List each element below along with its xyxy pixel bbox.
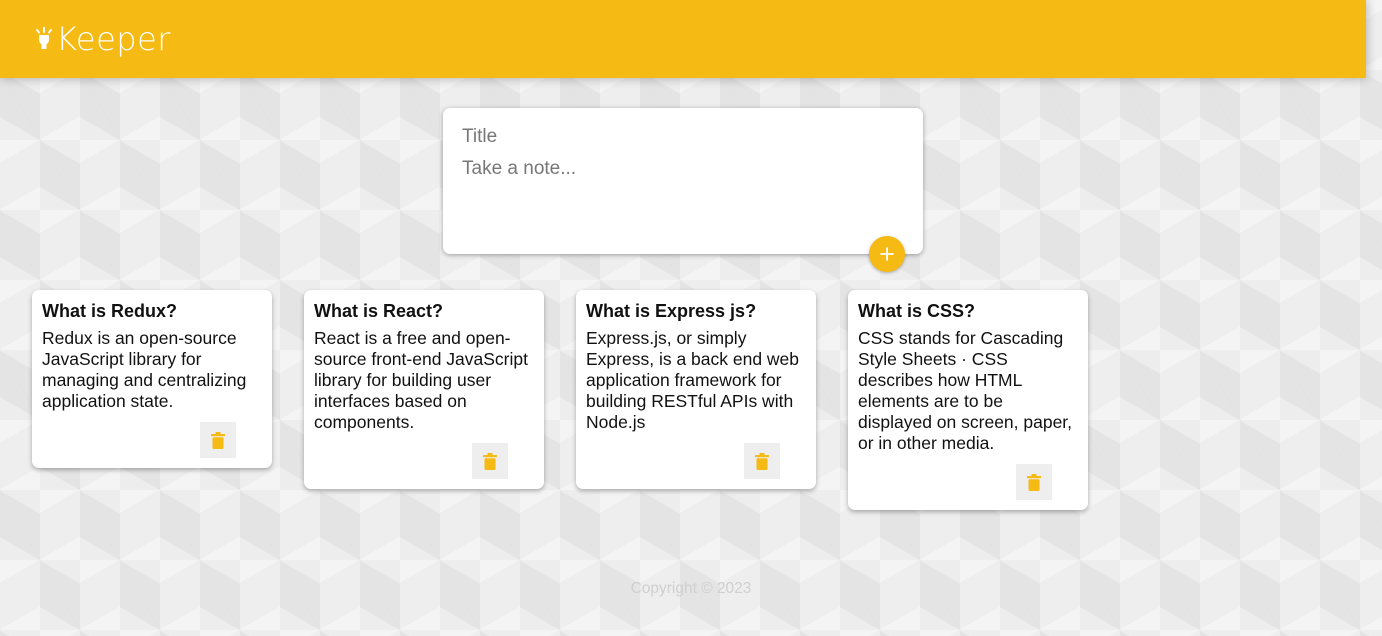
- footer: Copyright © 2023: [0, 580, 1382, 598]
- note-title: What is React?: [314, 301, 444, 321]
- create-note-form: [443, 108, 923, 272]
- delete-note-button[interactable]: [1016, 464, 1052, 500]
- trash-icon: [1027, 473, 1041, 491]
- note-card: What is Redux? Redux is an open-source J…: [32, 290, 272, 468]
- logo: Keeper: [34, 20, 171, 58]
- delete-note-button[interactable]: [200, 422, 236, 458]
- trash-icon: [755, 452, 769, 470]
- app-title: Keeper: [56, 20, 171, 58]
- note-card: What is CSS? CSS stands for Cascading St…: [848, 290, 1088, 510]
- note-content: React is a free and open-source front-en…: [314, 328, 528, 432]
- note-title: What is Redux?: [42, 301, 178, 321]
- note-content: Redux is an open-source JavaScript libra…: [42, 328, 247, 411]
- note-title-input[interactable]: [462, 126, 904, 148]
- trash-icon: [483, 452, 497, 470]
- plus-icon: [880, 247, 894, 261]
- note-content: CSS stands for Cascading Style Sheets · …: [858, 328, 1073, 453]
- delete-note-button[interactable]: [744, 443, 780, 479]
- delete-note-button[interactable]: [472, 443, 508, 479]
- app-header: Keeper: [0, 0, 1366, 78]
- note-content-textarea[interactable]: [462, 158, 904, 218]
- add-note-button[interactable]: [869, 236, 905, 272]
- note-title: What is Express js?: [586, 301, 757, 321]
- copyright-text: Copyright © 2023: [630, 580, 752, 597]
- note-card: What is Express js? Express.js, or simpl…: [576, 290, 816, 489]
- note-title: What is CSS?: [858, 301, 976, 321]
- note-card: What is React? React is a free and open-…: [304, 290, 544, 489]
- lightbulb-icon: [36, 27, 52, 49]
- trash-icon: [211, 431, 225, 449]
- note-content: Express.js, or simply Express, is a back…: [586, 328, 800, 432]
